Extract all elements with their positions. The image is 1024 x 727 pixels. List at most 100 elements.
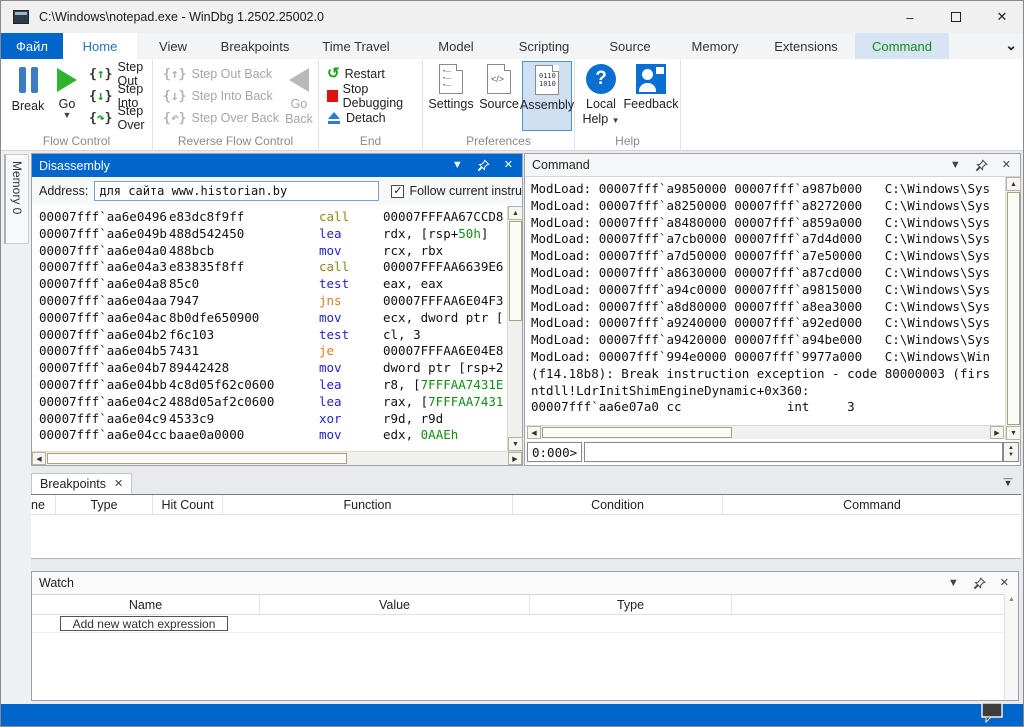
go-button[interactable]: Go ▼ [49, 63, 85, 119]
step-over-back-button[interactable]: {↶}Step Over Back [163, 108, 279, 128]
disasm-row[interactable]: 00007fff`aa6e04c2488d05af2c0600learax, [… [39, 394, 507, 411]
disasm-address: 00007fff`aa6e049b [39, 226, 169, 243]
tab-source[interactable]: Source [587, 33, 673, 59]
minimize-button[interactable]: – [887, 1, 933, 33]
pin-icon[interactable] [477, 159, 490, 172]
address-input[interactable] [94, 181, 379, 201]
command-vscrollbar[interactable]: ▲ ▼ [1005, 177, 1020, 440]
go-back-button[interactable]: GoBack [281, 63, 317, 127]
scroll-left-icon[interactable]: ◀ [32, 452, 46, 465]
disasm-row[interactable]: 00007fff`aa6e04ac8b0dfe650900movecx, dwo… [39, 310, 507, 327]
disassembly-listing[interactable]: 00007fff`aa6e0496e83dc8f9ffcall00007FFFA… [32, 206, 507, 451]
memory-0-tab[interactable]: Memory 0 [4, 154, 29, 244]
tab-scripting[interactable]: Scripting [501, 33, 587, 59]
detach-button[interactable]: Detach [327, 108, 386, 128]
disasm-row[interactable]: 00007fff`aa6e04b789442428movdword ptr [r… [39, 360, 507, 377]
local-help-button[interactable]: ? LocalHelp ▼ [579, 61, 623, 131]
maximize-button[interactable] [933, 1, 979, 33]
step-out-back-button[interactable]: {↑}Step Out Back [163, 64, 272, 84]
scroll-thumb[interactable] [542, 427, 732, 438]
tab-view[interactable]: View [137, 33, 209, 59]
close-icon[interactable]: ✕ [504, 160, 513, 171]
close-icon[interactable]: ✕ [114, 479, 123, 490]
column-header-function[interactable]: Function [223, 495, 513, 514]
column-header-hit-count[interactable]: Hit Count [153, 495, 223, 514]
disasm-row[interactable]: 00007fff`aa6e04c94533c9xorr9d, r9d [39, 411, 507, 428]
disasm-row[interactable]: 00007fff`aa6e04a885c0testeax, eax [39, 276, 507, 293]
tab-extensions[interactable]: Extensions [757, 33, 855, 59]
scroll-down-icon[interactable]: ▼ [508, 437, 523, 451]
column-header-type[interactable]: Type [530, 595, 732, 614]
tab-file[interactable]: Файл [1, 33, 63, 59]
stop-debugging-button[interactable]: Stop Debugging [327, 86, 422, 106]
scroll-left-icon[interactable]: ◀ [527, 426, 541, 439]
tab-breakpoints[interactable]: Breakpoints [209, 33, 301, 59]
breakpoints-tab[interactable]: Breakpoints ✕ [31, 473, 132, 494]
scroll-right-icon[interactable]: ▶ [990, 426, 1004, 439]
break-button[interactable]: Break [7, 63, 49, 113]
column-header-value[interactable]: Value [260, 595, 530, 614]
step-into-back-button[interactable]: {↓}Step Into Back [163, 86, 273, 106]
add-watch-expression-button[interactable]: Add new watch expression [60, 616, 228, 631]
watch-header[interactable]: Watch ▼ ✕ [32, 572, 1018, 595]
command-header[interactable]: Command ▼ ✕ [525, 154, 1020, 177]
history-spinner[interactable]: ▲▼ [1003, 442, 1019, 462]
watch-vscrollbar[interactable]: ▲ [1004, 594, 1018, 700]
column-header-type[interactable]: Type [56, 495, 153, 514]
scroll-right-icon[interactable]: ▶ [508, 452, 522, 465]
close-icon[interactable]: ✕ [1002, 160, 1011, 171]
column-header-command[interactable]: Command [723, 495, 1021, 514]
disassembly-hscrollbar[interactable]: ◀ ▶ [32, 451, 522, 465]
disasm-row[interactable]: 00007fff`aa6e04a0488bcbmovrcx, rbx [39, 243, 507, 260]
command-hscrollbar[interactable]: ◀ ▶ [527, 425, 1004, 439]
settings-button[interactable]: Settings [425, 61, 477, 131]
scroll-up-icon[interactable]: ▲ [508, 206, 523, 220]
scroll-thumb[interactable] [509, 221, 522, 321]
restart-button[interactable]: ↺Restart [327, 64, 385, 84]
tab-command[interactable]: Command [855, 33, 949, 59]
tab-home[interactable]: Home [63, 33, 137, 59]
close-icon[interactable]: ✕ [1000, 578, 1009, 589]
command-input[interactable] [584, 442, 1003, 462]
disassembly-vscrollbar[interactable]: ▲ ▼ [507, 206, 522, 451]
disasm-row[interactable]: 00007fff`aa6e0496e83dc8f9ffcall00007FFFA… [39, 209, 507, 226]
panel-menu-icon[interactable]: —▼ [1001, 476, 1015, 486]
tab-model[interactable]: Model [411, 33, 501, 59]
command-output[interactable]: ModLoad: 00007fff`a9850000 00007fff`a987… [525, 177, 1004, 427]
column-header-condition[interactable]: Condition [513, 495, 723, 514]
scroll-thumb[interactable] [47, 453, 347, 464]
source-button[interactable]: Source [476, 61, 522, 131]
disasm-row[interactable]: 00007fff`aa6e04b2f6c103testcl, 3 [39, 327, 507, 344]
breakpoints-list[interactable] [31, 515, 1021, 559]
disasm-row[interactable]: 00007fff`aa6e04bb4c8d05f62c0600lear8, [7… [39, 377, 507, 394]
feedback-bubble-icon[interactable] [979, 700, 1005, 724]
disasm-mnemonic: lea [319, 394, 383, 411]
follow-current-checkbox[interactable]: ✓ [391, 185, 404, 198]
tab-time-travel[interactable]: Time Travel [301, 33, 411, 59]
disasm-row[interactable]: 00007fff`aa6e049b488d542450leardx, [rsp+… [39, 226, 507, 243]
disasm-row[interactable]: 00007fff`aa6e04a3e83835f8ffcall00007FFFA… [39, 259, 507, 276]
scroll-down-icon[interactable]: ▼ [1006, 426, 1021, 440]
pin-icon[interactable] [975, 159, 988, 172]
step-into-button[interactable]: {↓}Step Into [89, 86, 152, 106]
feedback-button[interactable]: Feedback [625, 61, 677, 131]
tab-memory[interactable]: Memory [673, 33, 757, 59]
column-header-name[interactable]: Name [32, 595, 260, 614]
scroll-thumb[interactable] [1007, 192, 1020, 425]
disasm-row[interactable]: 00007fff`aa6e04b57431je00007FFFAA6E04E8 [39, 343, 507, 360]
panel-dropdown-icon[interactable]: ▼ [950, 160, 961, 171]
close-button[interactable]: ✕ [979, 1, 1024, 33]
ribbon-collapse-chevron-icon[interactable]: ⌄ [1005, 37, 1017, 54]
disasm-row[interactable]: 00007fff`aa6e04aa7947jns00007FFFAA6E04F3 [39, 293, 507, 310]
scroll-up-icon[interactable]: ▲ [1008, 596, 1015, 603]
panel-dropdown-icon[interactable]: ▼ [452, 160, 463, 171]
panel-dropdown-icon[interactable]: ▼ [948, 578, 959, 589]
disassembly-header[interactable]: Disassembly ▼ ✕ [32, 154, 522, 177]
column-header-name[interactable]: ne [31, 495, 56, 514]
disasm-row[interactable]: 00007fff`aa6e04ccbaae0a0000movedx, 0AAEh [39, 427, 507, 444]
step-over-button[interactable]: {↷}Step Over [89, 108, 152, 128]
scroll-up-icon[interactable]: ▲ [1006, 177, 1021, 191]
step-out-button[interactable]: {↑}Step Out [89, 64, 152, 84]
assembly-button[interactable]: Assembly [522, 61, 572, 131]
pin-icon[interactable] [973, 577, 986, 590]
